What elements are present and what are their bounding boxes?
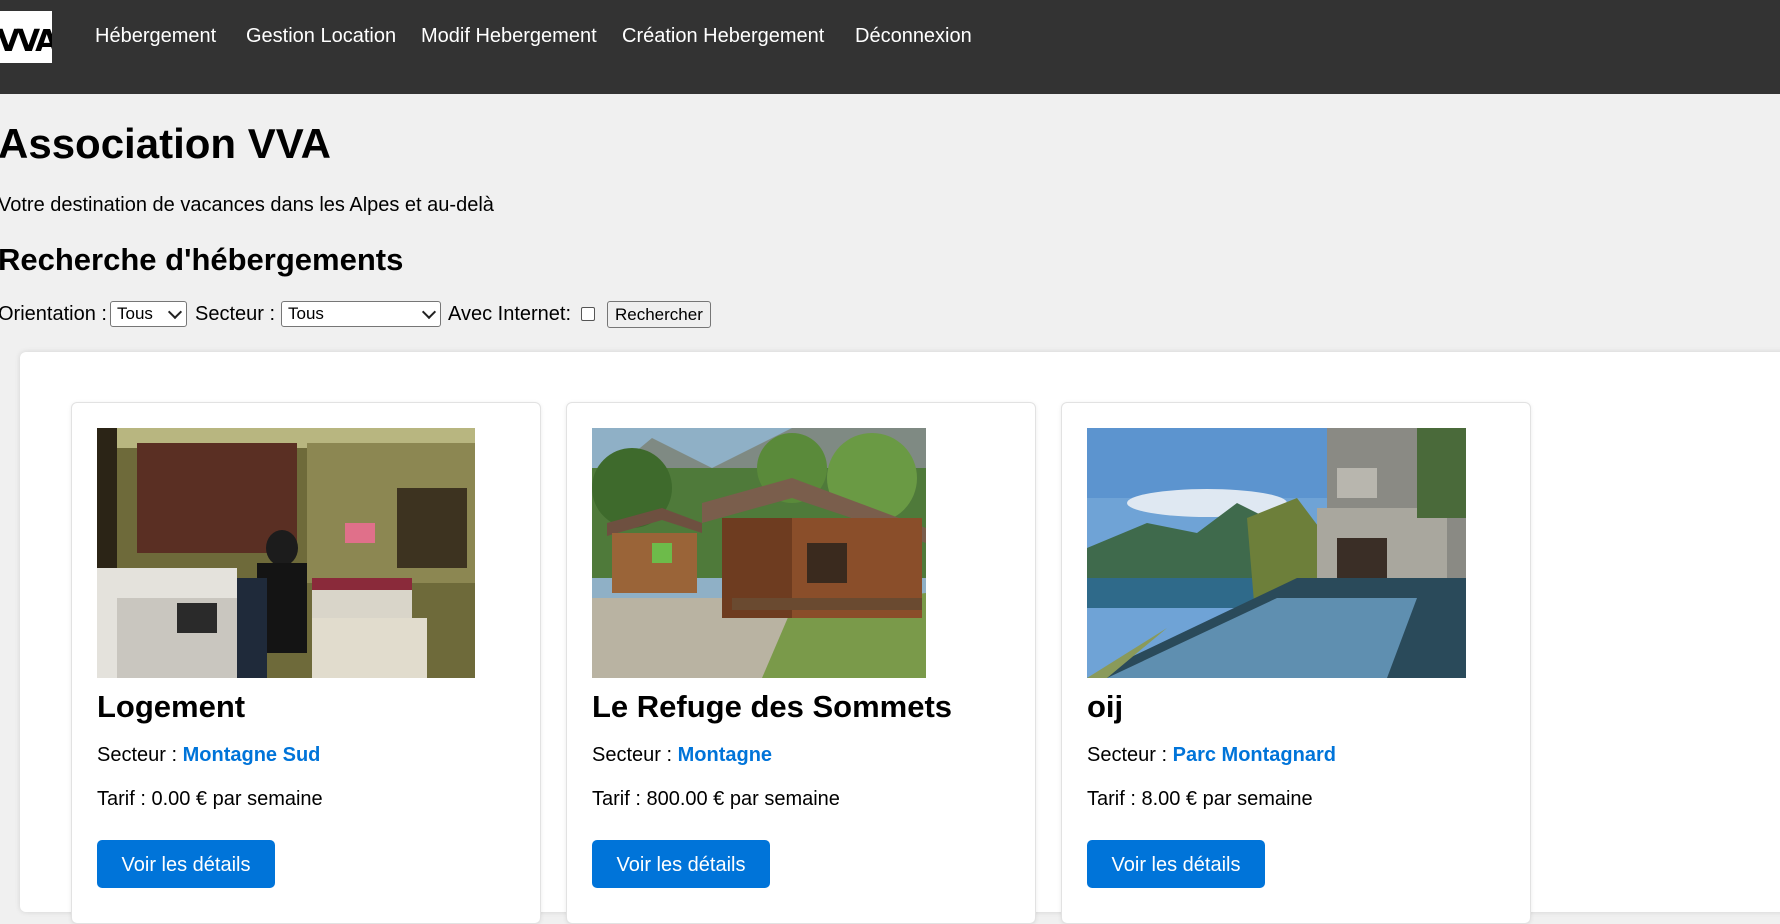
page-title: Association VVA — [0, 120, 331, 167]
sector-label: Secteur : — [97, 744, 178, 766]
card-image[interactable] — [1087, 428, 1466, 678]
sector-link[interactable]: Montagne Sud — [183, 744, 321, 766]
details-button[interactable]: Voir les détails — [97, 840, 275, 888]
search-section-title: Recherche d'hébergements — [0, 242, 404, 277]
card-sector: Secteur : Montagne Sud — [97, 743, 320, 767]
orientation-label: Orientation : — [0, 303, 107, 325]
nav-link-deconnexion[interactable]: Déconnexion — [855, 24, 972, 48]
vva-logo[interactable]: VVA — [0, 11, 52, 63]
card-image[interactable] — [592, 428, 926, 678]
card-sector: Secteur : Montagne — [592, 743, 772, 767]
results-panel: Logement Secteur : Montagne Sud Tarif : … — [20, 352, 1780, 924]
nav-link-modif-hebergement[interactable]: Modif Hebergement — [421, 24, 597, 48]
sector-label: Secteur : — [592, 744, 673, 766]
sector-link[interactable]: Parc Montagnard — [1173, 744, 1336, 766]
card-price: Tarif : 0.00 € par semaine — [97, 788, 323, 810]
internet-label: Avec Internet: — [448, 303, 572, 325]
orientation-select-value: Tous — [117, 304, 153, 323]
search-button[interactable]: Rechercher — [607, 301, 711, 328]
secteur-select[interactable]: Tous — [281, 301, 441, 327]
chevron-down-icon — [167, 304, 183, 320]
logo-text: VVA — [0, 24, 52, 59]
tagline: Votre destination de vacances dans les A… — [0, 194, 494, 216]
accommodation-card: Logement Secteur : Montagne Sud Tarif : … — [71, 402, 541, 924]
card-image[interactable] — [97, 428, 475, 678]
secteur-select-value: Tous — [288, 304, 324, 323]
nav-link-hebergement[interactable]: Hébergement — [95, 24, 216, 48]
card-title: Logement — [97, 689, 246, 724]
secteur-label: Secteur : — [195, 303, 276, 325]
chevron-down-icon — [421, 304, 437, 320]
accommodation-card: Le Refuge des Sommets Secteur : Montagne… — [566, 402, 1036, 924]
sector-link[interactable]: Montagne — [678, 744, 772, 766]
accommodation-card: oij Secteur : Parc Montagnard Tarif : 8.… — [1061, 402, 1531, 924]
top-navbar: VVA Hébergement Gestion Location Modif H… — [0, 0, 1780, 94]
card-sector: Secteur : Parc Montagnard — [1087, 743, 1336, 767]
sector-label: Secteur : — [1087, 744, 1168, 766]
card-price: Tarif : 8.00 € par semaine — [1087, 788, 1313, 810]
nav-link-creation-hebergement[interactable]: Création Hebergement — [622, 24, 824, 48]
card-price: Tarif : 800.00 € par semaine — [592, 788, 840, 810]
details-button[interactable]: Voir les détails — [1087, 840, 1265, 888]
orientation-select[interactable]: Tous — [110, 301, 187, 327]
details-button[interactable]: Voir les détails — [592, 840, 770, 888]
card-title: Le Refuge des Sommets — [592, 689, 953, 724]
internet-checkbox[interactable] — [581, 307, 595, 321]
card-title: oij — [1087, 689, 1124, 724]
nav-link-gestion-location[interactable]: Gestion Location — [246, 24, 396, 48]
